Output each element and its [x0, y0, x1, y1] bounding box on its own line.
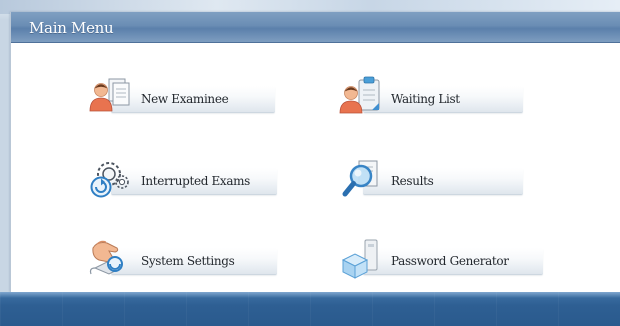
hand-settings-icon — [89, 240, 123, 275]
panel-header: Main Menu — [11, 12, 620, 43]
waiting-list-label: Waiting List — [391, 92, 460, 106]
results-label: Results — [391, 174, 434, 188]
panel-title: Main Menu — [29, 19, 114, 37]
box-key-icon — [341, 239, 378, 279]
interrupted-exams-label: Interrupted Exams — [141, 174, 250, 188]
person-documents-icon — [89, 78, 130, 112]
interrupted-exams-button[interactable]: Interrupted Exams — [87, 162, 287, 198]
window-bottom-band — [0, 292, 620, 326]
password-generator-button[interactable]: Password Generator — [339, 239, 549, 279]
new-examinee-label: New Examinee — [141, 92, 229, 106]
results-button[interactable]: Results — [339, 160, 529, 197]
gears-refresh-icon — [90, 162, 129, 198]
magnifier-report-icon — [342, 160, 378, 197]
band-shine — [0, 292, 620, 298]
new-examinee-button[interactable]: New Examinee — [87, 78, 277, 114]
system-settings-button[interactable]: System Settings — [87, 240, 287, 276]
main-menu-panel: Main Menu New Examinee Waiting List Inte… — [10, 12, 620, 292]
person-clipboard-icon — [339, 76, 380, 114]
waiting-list-button[interactable]: Waiting List — [339, 76, 529, 114]
password-generator-label: Password Generator — [391, 254, 509, 268]
system-settings-label: System Settings — [141, 254, 235, 268]
